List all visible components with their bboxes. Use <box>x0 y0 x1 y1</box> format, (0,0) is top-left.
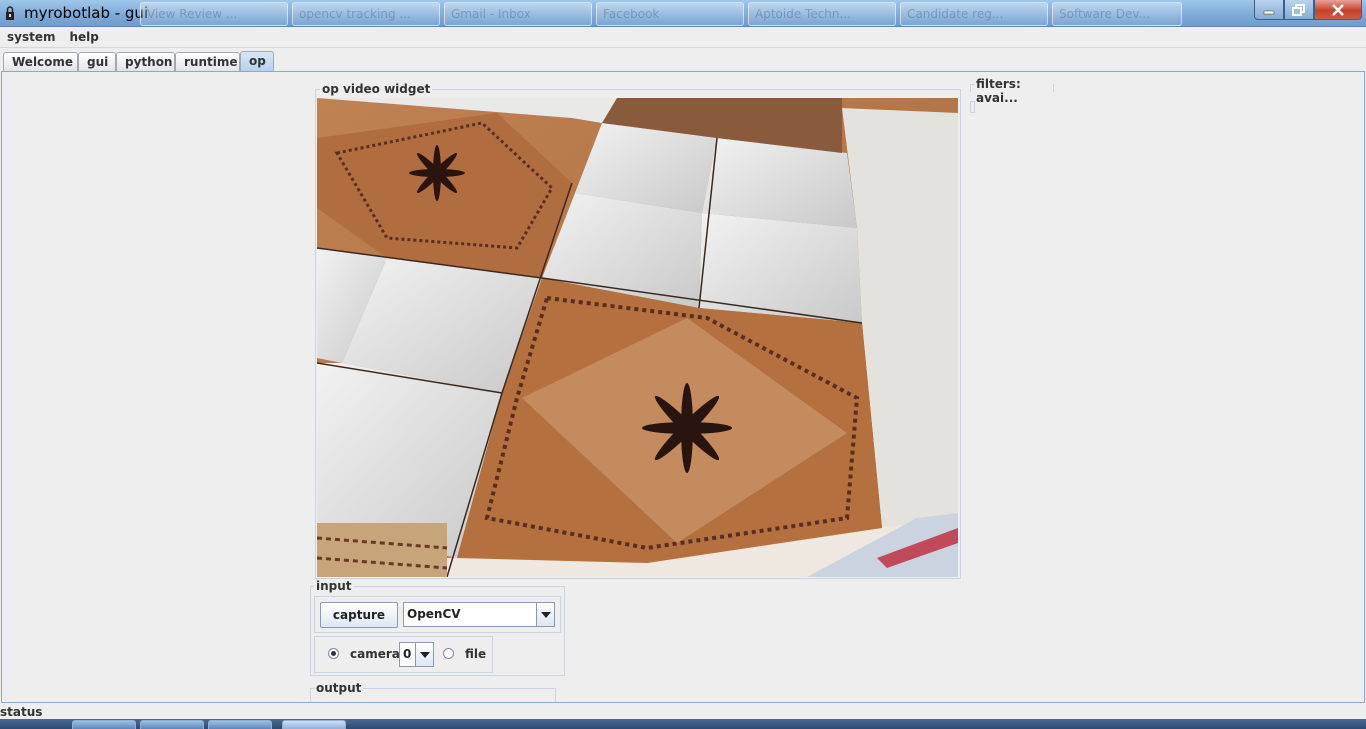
input-title: input <box>314 579 354 593</box>
output-group: output <box>310 681 556 702</box>
video-frame <box>317 98 958 577</box>
close-button[interactable] <box>1314 0 1362 20</box>
filters-list[interactable] <box>970 101 975 113</box>
tab-runtime[interactable]: runtime <box>175 52 240 71</box>
tab-bar: Welcome gui python runtime op <box>0 50 1366 72</box>
close-icon <box>1332 3 1344 16</box>
minimize-icon <box>1263 10 1275 14</box>
video-widget-title: op video widget <box>320 82 433 96</box>
source-select[interactable]: OpenCV <box>403 602 555 627</box>
source-select-value: OpenCV <box>407 607 461 621</box>
tab-welcome[interactable]: Welcome <box>3 52 78 71</box>
taskbar-button[interactable] <box>208 720 272 729</box>
camera-index-value: 0 <box>403 647 412 661</box>
file-label: file <box>465 647 487 661</box>
minimize-button[interactable] <box>1254 0 1284 20</box>
status-label: status <box>0 705 43 719</box>
ghost-tab: Aptoide Techn... <box>748 2 896 26</box>
camera-radio[interactable] <box>328 648 339 659</box>
camera-label: camera <box>350 647 400 661</box>
maximize-button[interactable] <box>1284 0 1314 20</box>
camera-index-select[interactable]: 0 <box>399 642 434 667</box>
taskbar-button[interactable] <box>140 720 204 729</box>
taskbar-button[interactable] <box>72 720 136 729</box>
app-lock-icon <box>6 6 14 20</box>
tab-op[interactable]: op <box>240 51 274 72</box>
taskbar-button-active[interactable] <box>282 720 346 729</box>
tab-gui[interactable]: gui <box>78 52 116 71</box>
chevron-down-icon <box>540 611 551 618</box>
ghost-tab: Candidate reg... <box>900 2 1048 26</box>
tab-python[interactable]: python <box>116 52 175 71</box>
menu-system[interactable]: system <box>0 28 63 47</box>
restore-icon <box>1292 3 1305 16</box>
source-select-arrow[interactable] <box>536 603 554 626</box>
os-taskbar <box>0 719 1366 729</box>
filters-group: filters: avai... <box>970 77 1054 105</box>
camera-frame-image <box>317 98 958 577</box>
menu-bar: system help <box>0 28 1366 48</box>
ghost-tab: View Review ... <box>140 2 288 26</box>
menu-help[interactable]: help <box>63 28 106 47</box>
background-taskbar-tabs: View Review ... opencv tracking ... Gmai… <box>140 2 1182 26</box>
filters-title: filters: avai... <box>974 77 1053 105</box>
ghost-tab: Software Dev... <box>1052 2 1182 26</box>
ghost-tab: Gmail - Inbox <box>444 2 592 26</box>
window-title: myrobotlab - gui <box>24 4 149 22</box>
camera-index-arrow[interactable] <box>415 643 433 666</box>
chevron-down-icon <box>419 651 430 658</box>
ghost-tab: opencv tracking ... <box>292 2 440 26</box>
title-bar: myrobotlab - gui View Review ... opencv … <box>0 0 1366 27</box>
ghost-tab: Facebook <box>596 2 744 26</box>
capture-button[interactable]: capture <box>320 602 398 628</box>
output-title: output <box>314 681 364 695</box>
file-radio[interactable] <box>443 648 454 659</box>
